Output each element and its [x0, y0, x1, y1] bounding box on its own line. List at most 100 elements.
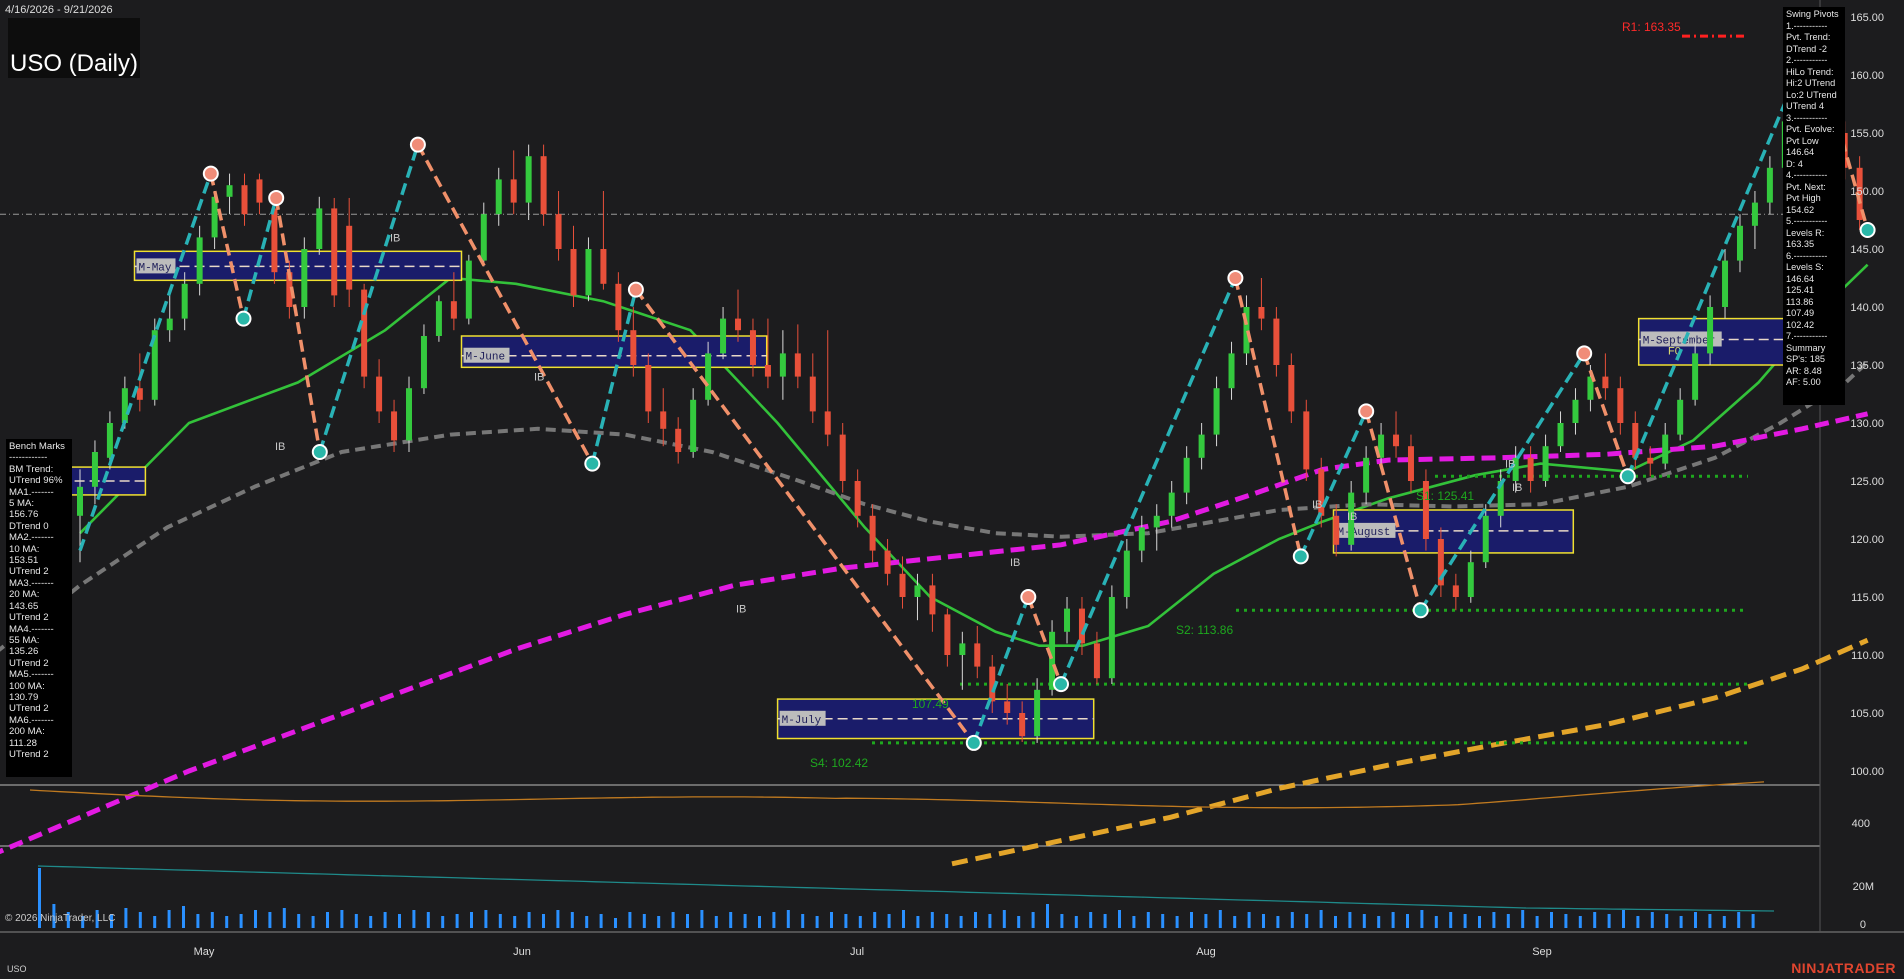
- volume-bar: [585, 916, 589, 928]
- candle-body: [1093, 643, 1100, 679]
- candle-body: [555, 214, 562, 249]
- volume-bar: [311, 916, 315, 928]
- volume-bar: [1578, 916, 1582, 928]
- volume-bar: [1262, 914, 1265, 928]
- volume-bar: [1478, 916, 1481, 928]
- volume-bar: [1463, 914, 1467, 928]
- swing-low-marker: [1292, 548, 1309, 565]
- symbol-footer: USO: [7, 964, 27, 974]
- volume-bar: [124, 908, 128, 928]
- volume-bar: [1622, 910, 1625, 928]
- volume-bar: [210, 912, 214, 928]
- inside-bar-label: IB: [1010, 557, 1020, 569]
- bench-panel-line: DTrend 0: [9, 520, 49, 532]
- candle-body: [106, 423, 113, 458]
- candle-body: [839, 434, 846, 481]
- swing-low-marker: [965, 734, 982, 751]
- candle-body: [1647, 457, 1654, 464]
- swing-panel-line: 4.-----------: [1786, 170, 1828, 180]
- candle-body: [675, 428, 682, 452]
- candle-body: [1064, 608, 1071, 632]
- candle-body: [1677, 399, 1684, 435]
- candle-body: [615, 283, 622, 331]
- swing-high-marker: [627, 281, 644, 298]
- swing-low-marker: [311, 444, 328, 460]
- bench-panel-line: UTrend 2: [9, 566, 49, 578]
- swing-panel-line: 102.42: [1786, 319, 1815, 330]
- candle-body: [600, 249, 607, 284]
- candle-body: [974, 643, 981, 667]
- inside-bar-label: IB: [390, 232, 400, 244]
- bench-panel-line: 10 MA:: [9, 543, 40, 555]
- swing-panel-line: 5.-----------: [1786, 216, 1828, 226]
- candle-body: [1393, 434, 1400, 447]
- bench-panel-line: ------------: [9, 452, 48, 464]
- bench-panel-line: MA6.-------: [9, 714, 54, 726]
- volume-bar: [1204, 914, 1208, 928]
- candle-body: [1542, 446, 1549, 481]
- volume-bar: [542, 914, 545, 928]
- inside-bar-label: IB: [1347, 511, 1357, 523]
- candle-body: [1273, 318, 1280, 365]
- candle-body: [1019, 713, 1026, 737]
- candle-body: [136, 388, 143, 400]
- value-area-label: M-May: [139, 262, 172, 274]
- volume-bar: [1521, 910, 1525, 928]
- swing-panel-line: 1.-----------: [1786, 20, 1828, 31]
- volume-bar: [1276, 916, 1280, 928]
- volume-bar: [657, 916, 661, 928]
- volume-bar: [441, 916, 445, 928]
- volume-bar: [815, 916, 819, 928]
- level-label: 107.49: [912, 697, 949, 711]
- swing-panel-line: 146.64: [1786, 147, 1815, 157]
- volume-bar: [196, 914, 200, 928]
- volume-bar: [1233, 916, 1237, 928]
- candle-body: [914, 585, 921, 597]
- candle-body: [690, 399, 697, 452]
- volume-bar: [1492, 912, 1496, 928]
- candle-body: [1692, 353, 1699, 400]
- osc-tick-label: 400: [1852, 818, 1870, 830]
- volume-bar: [1679, 916, 1683, 928]
- bench-panel-line: 55 MA:: [9, 634, 40, 646]
- swing-panel-line: DTrend -2: [1786, 43, 1828, 54]
- candle-body: [376, 376, 383, 412]
- candle-body: [705, 353, 712, 400]
- y-tick-label: 110.00: [1851, 650, 1884, 662]
- swing-panel-line: 163.35: [1786, 239, 1815, 249]
- candle-body: [1527, 457, 1534, 481]
- candle-body: [869, 515, 876, 551]
- swing-panel-line: 3.-----------: [1786, 112, 1828, 123]
- candle-body: [959, 643, 966, 655]
- candle-body: [435, 301, 442, 336]
- candle-body: [630, 330, 637, 365]
- swing-panel-line: UTrend 4: [1786, 101, 1824, 111]
- bench-panel-line: MA4.-------: [9, 623, 54, 635]
- candle-body: [1751, 202, 1758, 226]
- candle-body: [361, 289, 368, 377]
- candle-body: [495, 179, 502, 215]
- volume-bar: [1334, 916, 1337, 928]
- level-label: S1: 125.41: [1416, 489, 1474, 503]
- candle-body: [256, 179, 263, 203]
- volume-bar: [671, 912, 675, 928]
- volume-bar: [700, 910, 704, 928]
- bench-panel-line: 153.51: [9, 555, 39, 567]
- candle-body: [585, 249, 592, 296]
- swing-panel-line: 7.-----------: [1786, 331, 1828, 341]
- candle-body: [1662, 434, 1669, 464]
- bench-panel-line: MA2.-------: [9, 532, 54, 544]
- candle-body: [480, 214, 487, 261]
- swing-panel-line: SP's: 185: [1786, 354, 1826, 364]
- swing-panel-line: Swing Pivots: [1786, 9, 1839, 19]
- candle-body: [1572, 399, 1579, 423]
- inside-bar-label: IB: [1512, 482, 1522, 494]
- y-tick-label: 145.00: [1850, 244, 1884, 256]
- candle-body: [77, 486, 83, 516]
- y-tick-label: 100.00: [1850, 766, 1884, 778]
- volume-bar: [1636, 916, 1640, 928]
- y-tick-label: 160.00: [1850, 70, 1884, 82]
- candle-body: [824, 411, 831, 435]
- volume-bar: [858, 916, 862, 928]
- candle-body: [1707, 307, 1714, 354]
